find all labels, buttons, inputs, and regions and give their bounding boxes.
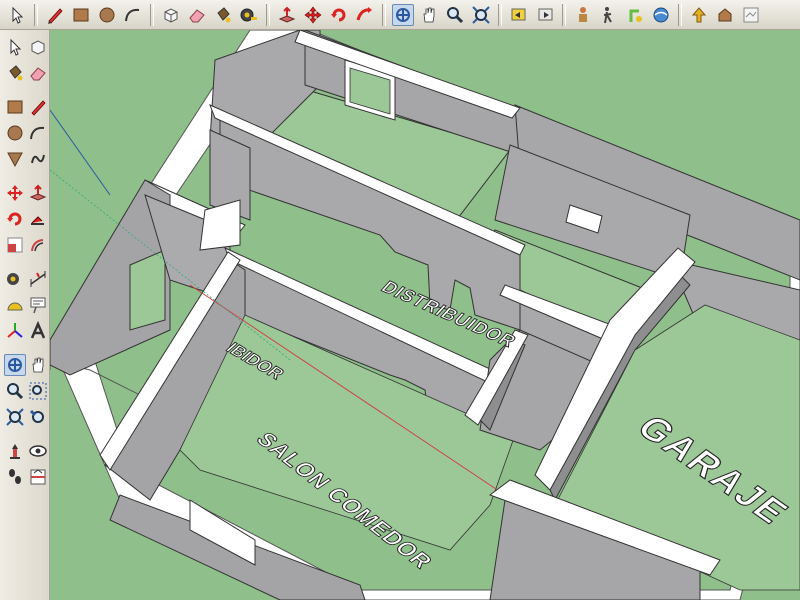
previous-view-icon[interactable] [27,406,48,428]
orbit-icon[interactable] [392,3,414,26]
previous-view-icon[interactable] [508,4,530,26]
tape-measure-icon[interactable] [4,268,25,290]
separator [498,3,502,26]
get-models-icon[interactable] [688,4,710,26]
tape-measure-icon[interactable] [238,4,260,26]
axes-icon[interactable] [4,320,25,342]
polygon-icon[interactable] [4,148,25,170]
walk-icon[interactable] [4,466,25,488]
separator [382,3,386,26]
left-toolbar [0,30,50,600]
circle-icon[interactable] [96,4,118,26]
section-plane-icon[interactable] [27,466,48,488]
zoom-extents-icon[interactable] [4,406,25,428]
rectangle-icon[interactable] [4,96,25,118]
follow-me-icon[interactable] [27,208,48,230]
google-earth-icon[interactable] [740,4,762,26]
zoom-icon[interactable] [4,380,25,402]
look-around-icon[interactable] [624,4,646,26]
zoom-icon[interactable] [444,4,466,26]
select-icon[interactable] [4,36,25,58]
push-pull-icon[interactable] [276,4,298,26]
dimension-icon[interactable] [27,268,48,290]
floor-plan-model: DISTRIBUIDOR SALON COMEDOR GARAJE IBIDOR [50,30,800,600]
arc-icon[interactable] [122,4,144,26]
separator [150,3,154,26]
pan-icon[interactable] [28,354,48,376]
arc-icon[interactable] [27,122,48,144]
rotate-icon[interactable] [328,4,350,26]
position-camera-icon[interactable] [4,440,25,462]
position-camera-icon[interactable] [572,4,594,26]
move-icon[interactable] [302,4,324,26]
freehand-icon[interactable] [27,148,48,170]
follow-me-icon[interactable] [354,4,376,26]
make-component-icon[interactable] [27,36,48,58]
section-plane-icon[interactable] [650,4,672,26]
next-view-icon[interactable] [534,4,556,26]
protractor-icon[interactable] [4,294,25,316]
3d-text-icon[interactable] [27,320,48,342]
top-toolbar [0,0,800,30]
offset-icon[interactable] [27,234,48,256]
separator [678,3,682,26]
separator [562,3,566,26]
select-icon[interactable] [6,4,28,26]
paint-bucket-icon[interactable] [212,4,234,26]
pencil-line-icon[interactable] [27,96,48,118]
look-around-icon[interactable] [27,440,48,462]
eraser-icon[interactable] [27,62,48,84]
move-icon[interactable] [4,182,25,204]
viewport-3d[interactable]: DISTRIBUIDOR SALON COMEDOR GARAJE IBIDOR [50,30,800,600]
text-icon[interactable] [27,294,48,316]
walk-icon[interactable] [598,4,620,26]
make-component-icon[interactable] [160,4,182,26]
share-model-icon[interactable] [714,4,736,26]
paint-bucket-icon[interactable] [4,62,25,84]
zoom-window-icon[interactable] [27,380,48,402]
eraser-icon[interactable] [186,4,208,26]
orbit-icon[interactable] [4,354,26,376]
push-pull-icon[interactable] [27,182,48,204]
scale-icon[interactable] [4,234,25,256]
pencil-line-icon[interactable] [44,4,66,26]
pan-icon[interactable] [418,4,440,26]
separator [266,3,270,26]
rectangle-icon[interactable] [70,4,92,26]
zoom-extents-icon[interactable] [470,4,492,26]
separator [34,3,38,26]
rotate-icon[interactable] [4,208,25,230]
circle-icon[interactable] [4,122,25,144]
